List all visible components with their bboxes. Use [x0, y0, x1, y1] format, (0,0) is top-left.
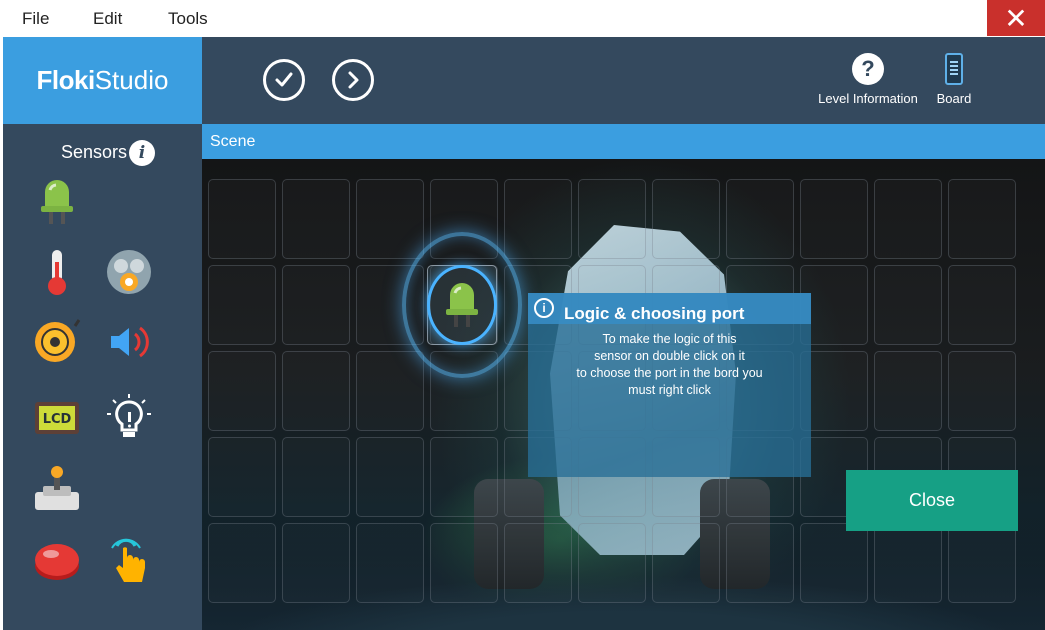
- grid-cell[interactable]: [948, 351, 1016, 431]
- level-information-button[interactable]: ? Level Information: [816, 53, 920, 106]
- tooltip-line: must right click: [628, 383, 711, 397]
- grid-cell[interactable]: [208, 437, 276, 517]
- grid-cell[interactable]: [282, 437, 350, 517]
- grid-cell[interactable]: [874, 523, 942, 603]
- grid-cell[interactable]: [504, 179, 572, 259]
- sensors-info-icon[interactable]: i: [129, 140, 155, 166]
- grid-cell[interactable]: [430, 437, 498, 517]
- joystick-sensor-icon[interactable]: [31, 464, 83, 516]
- tooltip-line: To make the logic of this: [602, 332, 737, 346]
- grid-cell[interactable]: [356, 351, 424, 431]
- menu-bar: File Edit Tools ✕: [0, 0, 1045, 36]
- grid-cell[interactable]: [356, 179, 424, 259]
- grid-cell[interactable]: [652, 179, 720, 259]
- tooltip-header: i Logic & choosing port: [528, 293, 811, 324]
- grid-cell[interactable]: [652, 523, 720, 603]
- app-logo: Floki Studio: [3, 37, 202, 124]
- grid-cell[interactable]: [282, 265, 350, 345]
- light-bulb-sensor-icon[interactable]: [103, 392, 155, 444]
- menu-edit[interactable]: Edit: [93, 9, 122, 29]
- board-icon: [945, 53, 963, 85]
- grid-cell[interactable]: [208, 265, 276, 345]
- speaker-sensor-icon[interactable]: [103, 316, 155, 368]
- grid-cell[interactable]: [948, 523, 1016, 603]
- grid-cell[interactable]: [356, 523, 424, 603]
- close-button[interactable]: Close: [846, 470, 1018, 531]
- grid-cell[interactable]: [578, 523, 646, 603]
- grid-cell[interactable]: [208, 179, 276, 259]
- tooltip-title: Logic & choosing port: [564, 304, 745, 323]
- top-toolbar: ? Level Information Board: [202, 37, 1045, 124]
- board-button[interactable]: Board: [932, 53, 976, 106]
- grid-cell[interactable]: [282, 179, 350, 259]
- next-button[interactable]: [332, 59, 374, 101]
- grid-cell[interactable]: [504, 523, 572, 603]
- grid-cell[interactable]: [800, 523, 868, 603]
- grid-cell[interactable]: [356, 437, 424, 517]
- help-tooltip: i Logic & choosing port To make the logi…: [528, 293, 811, 477]
- grid-cell[interactable]: [208, 351, 276, 431]
- check-button[interactable]: [263, 59, 305, 101]
- board-label: Board: [936, 91, 972, 106]
- buzzer-sensor-icon[interactable]: [31, 316, 83, 368]
- grid-cell[interactable]: [208, 523, 276, 603]
- level-information-label: Level Information: [818, 91, 918, 106]
- gas-sensor-icon[interactable]: [103, 246, 155, 298]
- grid-cell[interactable]: [726, 523, 794, 603]
- window-close-button[interactable]: ✕: [987, 0, 1045, 36]
- question-icon: ?: [852, 53, 884, 85]
- logo-bold-text: Floki: [36, 65, 96, 95]
- grid-cell[interactable]: [874, 351, 942, 431]
- grid-cell[interactable]: [430, 523, 498, 603]
- menu-file[interactable]: File: [22, 9, 49, 29]
- scene-header: Scene: [202, 124, 1045, 159]
- sensors-sidebar: Sensors i LCD: [3, 124, 202, 630]
- placed-led-sensor-icon[interactable]: [432, 279, 492, 331]
- grid-cell[interactable]: [800, 179, 868, 259]
- grid-cell[interactable]: [578, 179, 646, 259]
- grid-cell[interactable]: [948, 179, 1016, 259]
- touch-sensor-icon[interactable]: [103, 534, 155, 586]
- grid-cell[interactable]: [874, 265, 942, 345]
- tooltip-body: To make the logic of this sensor on doub…: [528, 331, 811, 399]
- menu-tools[interactable]: Tools: [168, 9, 208, 29]
- scene-label: Scene: [210, 133, 256, 150]
- logo-light-text: Studio: [94, 65, 169, 95]
- info-circle-icon: i: [534, 298, 554, 318]
- grid-cell[interactable]: [874, 179, 942, 259]
- lcd-sensor-icon[interactable]: LCD: [31, 392, 83, 444]
- grid-cell[interactable]: [282, 523, 350, 603]
- tooltip-line: to choose the port in the bord you: [576, 366, 763, 380]
- tooltip-line: sensor on double click on it: [594, 349, 745, 363]
- lcd-text: LCD: [43, 412, 72, 427]
- led-sensor-icon[interactable]: [31, 176, 83, 228]
- check-circle-icon: [275, 72, 293, 87]
- grid-cell[interactable]: [726, 179, 794, 259]
- sensors-title: Sensors: [61, 142, 128, 162]
- grid-cell[interactable]: [282, 351, 350, 431]
- thermometer-sensor-icon[interactable]: [31, 246, 83, 298]
- arrow-right-circle-icon: [348, 71, 359, 89]
- grid-cell[interactable]: [948, 265, 1016, 345]
- push-button-sensor-icon[interactable]: [31, 534, 83, 586]
